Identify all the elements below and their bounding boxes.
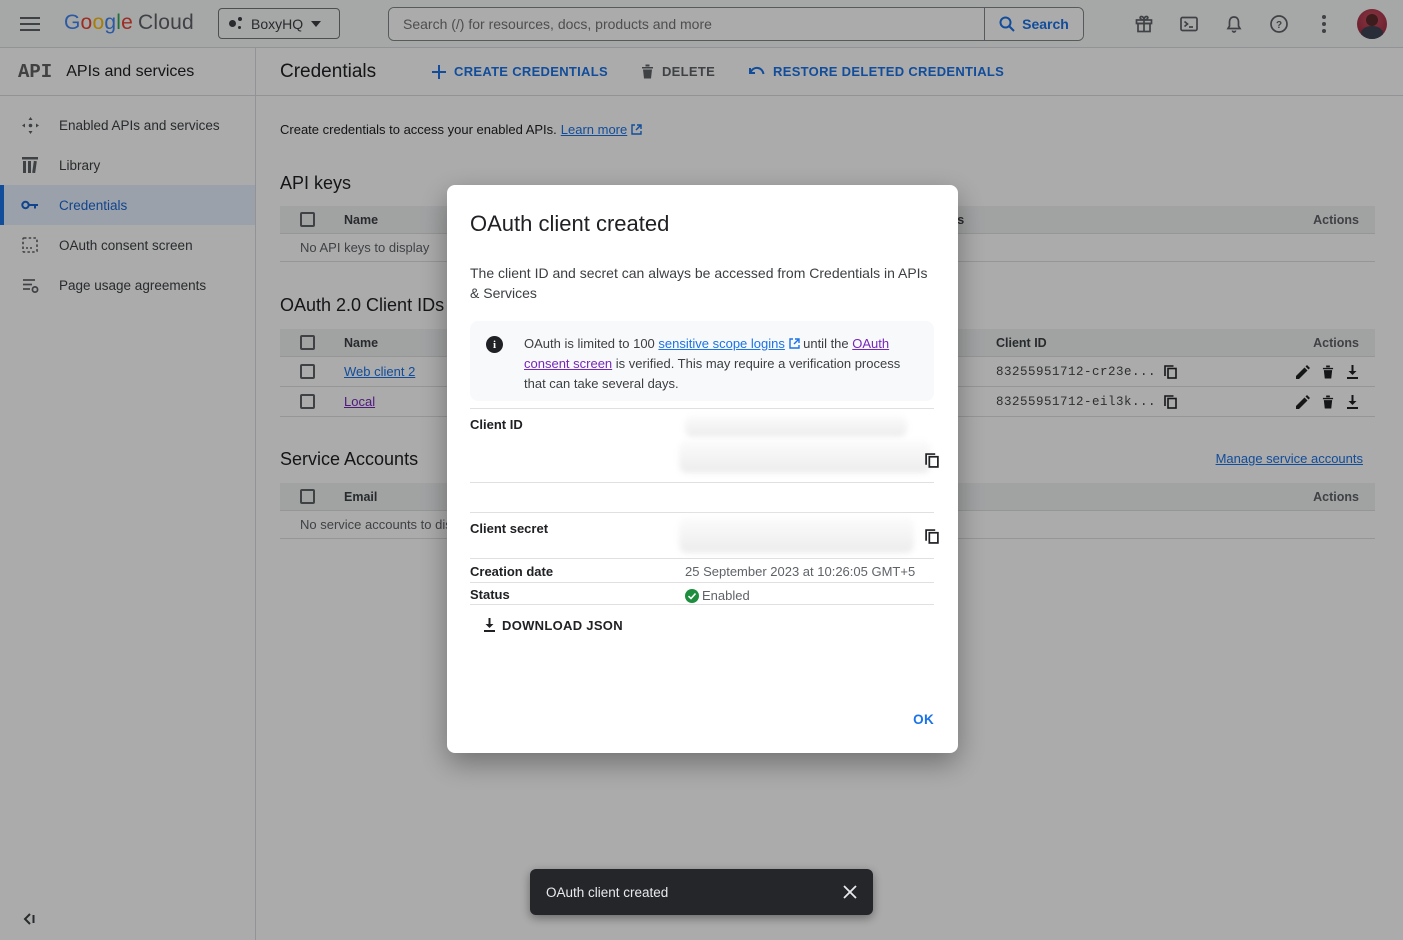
client-id-redacted	[685, 415, 907, 437]
close-icon[interactable]	[843, 885, 857, 899]
notice-mid: until the	[800, 336, 853, 351]
client-secret-label: Client secret	[470, 513, 685, 558]
creation-date-row: Creation date 25 September 2023 at 10:26…	[470, 558, 934, 582]
spacer-row	[470, 482, 934, 512]
client-secret-redacted	[679, 517, 914, 553]
client-id-redacted	[679, 440, 931, 473]
sensitive-scope-logins-link[interactable]: sensitive scope logins	[658, 336, 784, 351]
notice-text: OAuth is limited to 100 sensitive scope …	[524, 334, 918, 388]
status-row: Status Enabled	[470, 582, 934, 605]
download-json-button[interactable]: DOWNLOAD JSON	[483, 618, 623, 633]
dialog-fields: Client ID Client secret Creation date 25…	[470, 408, 934, 605]
download-icon	[483, 618, 496, 633]
copy-icon[interactable]	[925, 453, 939, 468]
check-icon	[685, 589, 699, 603]
copy-icon[interactable]	[925, 529, 939, 544]
snackbar-message: OAuth client created	[546, 885, 668, 900]
ok-button[interactable]: OK	[913, 712, 934, 727]
dialog-title: OAuth client created	[470, 211, 669, 237]
info-icon: i	[486, 336, 503, 353]
external-link-icon	[789, 338, 800, 349]
snackbar: OAuth client created	[530, 869, 873, 915]
client-secret-row: Client secret	[470, 512, 934, 558]
creation-date-value: 25 September 2023 at 10:26:05 GMT+5	[685, 559, 934, 582]
client-id-row: Client ID	[470, 408, 934, 482]
download-json-label: DOWNLOAD JSON	[502, 618, 623, 633]
client-id-label: Client ID	[470, 409, 685, 482]
status-value: Enabled	[702, 588, 750, 603]
notice-banner: i OAuth is limited to 100 sensitive scop…	[470, 321, 934, 401]
status-label: Status	[470, 583, 685, 604]
dialog-description: The client ID and secret can always be a…	[470, 263, 936, 303]
oauth-client-created-dialog: OAuth client created The client ID and s…	[447, 185, 958, 753]
notice-pre: OAuth is limited to 100	[524, 336, 658, 351]
creation-date-label: Creation date	[470, 559, 685, 582]
